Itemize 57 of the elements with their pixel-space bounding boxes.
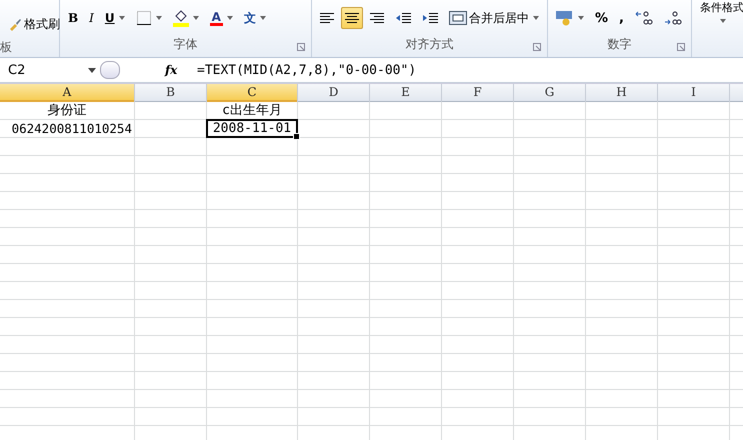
column-header[interactable]: A <box>0 84 134 102</box>
table-cell-text: 0624200811010254 <box>10 120 133 138</box>
paint-bucket-icon <box>172 9 189 27</box>
caret-icon <box>260 16 266 20</box>
number-format-button[interactable]: % <box>591 7 612 29</box>
indent-icon <box>395 12 411 24</box>
table-cell-text: 身份证 <box>46 102 88 120</box>
align-lines-icon <box>320 12 334 24</box>
column-header[interactable]: G <box>514 84 585 102</box>
caret-icon <box>156 16 162 20</box>
caret-icon <box>720 19 726 23</box>
caret-icon <box>118 16 125 20</box>
money-icon <box>556 10 574 26</box>
dialog-launcher-icon[interactable] <box>677 43 685 51</box>
resize-handle[interactable] <box>100 61 120 79</box>
merge-center-button[interactable]: 合并后居中 <box>445 7 543 29</box>
caret-icon <box>88 68 96 72</box>
column-header[interactable]: E <box>370 84 441 102</box>
column-header[interactable]: B <box>135 84 206 102</box>
font-color-button[interactable]: A <box>206 7 237 29</box>
name-box[interactable]: C2 <box>0 62 100 78</box>
underline-button[interactable]: U <box>100 7 129 29</box>
dialog-launcher-icon[interactable] <box>297 43 305 51</box>
column-header[interactable]: I <box>658 84 729 102</box>
decimal-icon <box>664 10 682 26</box>
formula-field[interactable]: =TEXT(MID(A2,7,8),"0-00-00") <box>195 62 743 78</box>
bold-button[interactable]: B <box>64 7 82 29</box>
decimal-icon <box>634 10 653 26</box>
group-label: 字体 <box>174 36 198 53</box>
group-label: 数字 <box>608 36 632 53</box>
table-cell-text: c出生年月 <box>221 102 283 120</box>
merge-cells-icon <box>449 11 467 25</box>
column-header[interactable]: D <box>298 84 369 102</box>
number-format-button[interactable]: , <box>615 7 628 29</box>
indent-icon <box>422 12 438 24</box>
dialog-launcher-icon[interactable] <box>533 43 541 51</box>
align-lines-icon <box>370 12 384 24</box>
column-header[interactable]: F <box>442 84 513 102</box>
caret-icon <box>533 16 539 20</box>
group-label: 对齐方式 <box>406 36 454 53</box>
italic-button[interactable]: I <box>85 7 98 29</box>
table-cell: 2008-11-01 <box>206 119 298 138</box>
insert-function-button[interactable]: fx <box>165 63 195 77</box>
group-label: 板 <box>0 39 12 56</box>
align-center-button[interactable] <box>341 7 363 29</box>
phonetic-button[interactable]: 文 <box>240 7 270 29</box>
column-header[interactable]: H <box>586 84 657 102</box>
header-background <box>730 84 743 102</box>
caret-icon <box>192 16 199 20</box>
brush-icon <box>8 17 22 31</box>
caret-icon <box>226 16 233 20</box>
caret-icon <box>578 16 584 20</box>
border-icon <box>136 10 152 26</box>
fill-handle[interactable] <box>293 133 300 140</box>
format-painter-button[interactable]: 格式刷 <box>4 13 64 35</box>
column-header[interactable]: C <box>207 84 297 102</box>
align-lines-icon <box>345 12 359 24</box>
